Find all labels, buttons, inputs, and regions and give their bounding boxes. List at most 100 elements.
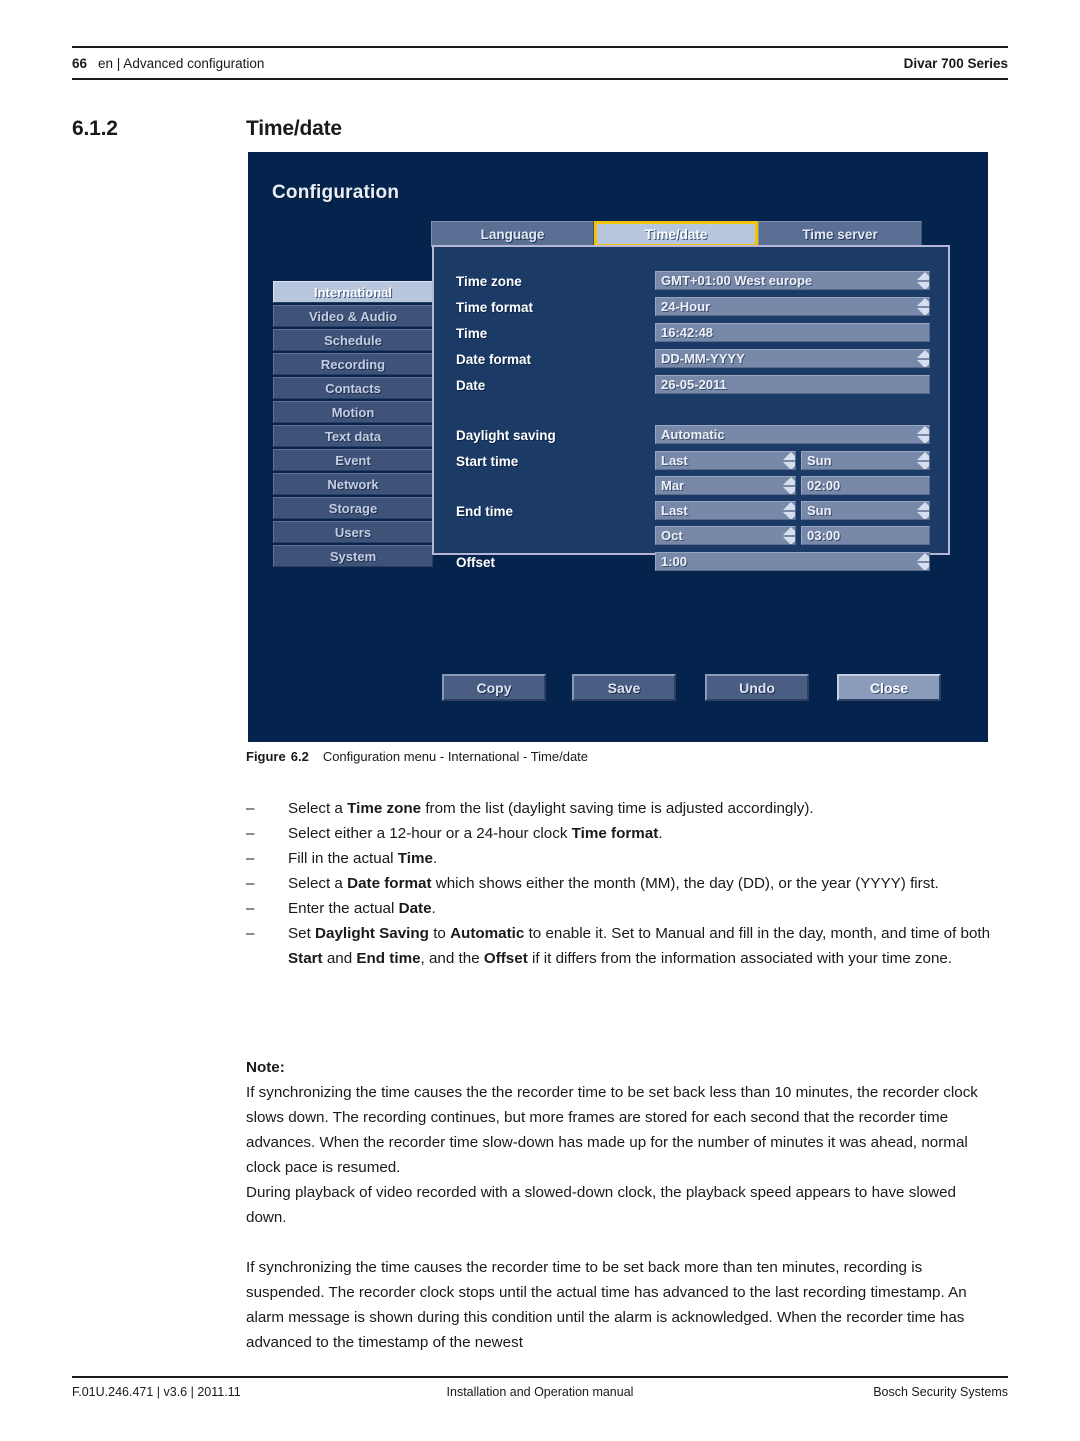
sidebar-item-international[interactable]: International <box>273 281 433 303</box>
footer-manual-title: Installation and Operation manual <box>446 1385 634 1399</box>
header-left-group: 66 en | Advanced configuration <box>72 56 264 71</box>
offset-select[interactable]: 1:00 <box>655 552 930 571</box>
time-date-dialog: Time zone GMT+01:00 West europe Time for… <box>432 245 950 571</box>
figure-number: 6.2 <box>290 749 309 764</box>
end-week-select[interactable]: Last <box>655 501 796 520</box>
end-clock-input[interactable]: 03:00 <box>801 526 930 545</box>
time-format-select[interactable]: 24-Hour <box>655 297 930 316</box>
time-input[interactable]: 16:42:48 <box>655 323 930 342</box>
start-day-select[interactable]: Sun <box>801 451 930 470</box>
list-item: – Set Daylight Saving to Automatic to en… <box>246 921 991 971</box>
end-day-value: Sun <box>807 503 832 518</box>
bullet-text-2c: . <box>658 825 663 842</box>
time-label: Time <box>456 326 488 341</box>
row-start-month-clock: Mar 02:00 <box>456 476 930 497</box>
bullet-text-1a: Select a <box>288 800 348 817</box>
sidebar-item-video-audio[interactable]: Video & Audio <box>273 305 433 327</box>
end-month-value: Oct <box>661 528 683 543</box>
list-item: – Select a Time zone from the list (dayl… <box>246 796 991 821</box>
start-week-select[interactable]: Last <box>655 451 796 470</box>
bullet-term-time-zone: Time zone <box>347 800 422 817</box>
time-format-value: 24-Hour <box>661 299 711 314</box>
bullet-text-5c: . <box>431 900 436 917</box>
bullet-text-4a: Select a <box>288 875 348 892</box>
daylight-saving-label: Daylight saving <box>456 428 556 443</box>
sidebar-item-contacts[interactable]: Contacts <box>273 377 433 399</box>
list-item: – Select either a 12-hour or a 24-hour c… <box>246 821 991 846</box>
end-time-label: End time <box>456 504 514 519</box>
sidebar-item-event[interactable]: Event <box>273 449 433 471</box>
bullet-term-time: Time <box>397 850 433 867</box>
time-zone-select[interactable]: GMT+01:00 West europe <box>655 271 930 290</box>
end-month-select[interactable]: Oct <box>655 526 796 545</box>
sidebar-item-system[interactable]: System <box>273 545 433 567</box>
bullet-text-6g: and <box>322 950 357 967</box>
bullet-term-automatic: Automatic <box>450 925 525 942</box>
start-month-select[interactable]: Mar <box>655 476 796 495</box>
undo-button[interactable]: Undo <box>705 674 809 701</box>
offset-value: 1:00 <box>661 554 688 569</box>
sidebar-item-text-data[interactable]: Text data <box>273 425 433 447</box>
tab-time-server[interactable]: Time server <box>758 221 922 247</box>
sidebar-item-recording[interactable]: Recording <box>273 353 433 375</box>
row-offset: Offset 1:00 <box>456 552 930 573</box>
bullet-term-offset: Offset <box>483 950 528 967</box>
figure-caption-text: Configuration menu - International - Tim… <box>322 749 589 764</box>
sidebar-item-network[interactable]: Network <box>273 473 433 495</box>
dialog-button-row: Copy Save Undo Close <box>248 674 988 702</box>
offset-label: Offset <box>456 555 496 570</box>
sidebar-item-storage[interactable]: Storage <box>273 497 433 519</box>
bullet-dash: – <box>246 800 255 817</box>
bullet-text-2a: Select either a 12-hour or a 24-hour clo… <box>288 825 572 842</box>
date-format-value: DD-MM-YYYY <box>661 351 745 366</box>
note-paragraph-3: If synchronizing the time causes the rec… <box>246 1259 967 1351</box>
sidebar-item-users[interactable]: Users <box>273 521 433 543</box>
row-date: Date 26-05-2011 <box>456 375 930 396</box>
bullet-term-date-format: Date format <box>347 875 432 892</box>
list-item: – Select a Date format which shows eithe… <box>246 871 991 896</box>
date-value: 26-05-2011 <box>661 377 727 392</box>
date-format-label: Date format <box>456 352 532 367</box>
note-paragraph-1: If synchronizing the time causes the the… <box>246 1084 978 1176</box>
page-number: 66 <box>72 55 88 71</box>
row-end-time: End time Last Sun <box>456 501 930 522</box>
note-block: Note: If synchronizing the time causes t… <box>246 1055 991 1355</box>
row-end-month-clock: Oct 03:00 <box>456 526 930 547</box>
bullet-term-end-time: End time <box>356 950 421 967</box>
footer-company: Bosch Security Systems <box>873 1385 1008 1399</box>
bullet-text-1c: from the list (daylight saving time is a… <box>421 800 814 817</box>
tab-language[interactable]: Language <box>431 221 594 247</box>
list-item: – Enter the actual Date. <box>246 896 991 921</box>
tab-time-date[interactable]: Time/date <box>594 221 758 247</box>
date-label: Date <box>456 378 486 393</box>
note-label: Note: <box>246 1059 285 1076</box>
bullet-text-6e: to enable it. Set to Manual and fill in … <box>524 925 991 942</box>
end-day-select[interactable]: Sun <box>801 501 930 520</box>
sidebar-item-motion[interactable]: Motion <box>273 401 433 423</box>
sidebar-nav: International Video & Audio Schedule Rec… <box>273 281 433 569</box>
bullet-text-6a: Set <box>288 925 316 942</box>
start-day-value: Sun <box>807 453 832 468</box>
sidebar-item-schedule[interactable]: Schedule <box>273 329 433 351</box>
screenshot-title: Configuration <box>272 182 400 203</box>
page-header: 66 en | Advanced configuration Divar 700… <box>72 46 1008 80</box>
row-time-zone: Time zone GMT+01:00 West europe <box>456 271 930 292</box>
save-button[interactable]: Save <box>572 674 676 701</box>
bullet-text-6c: to <box>428 925 451 942</box>
date-input[interactable]: 26-05-2011 <box>655 375 930 394</box>
breadcrumb: en | Advanced configuration <box>98 55 265 71</box>
daylight-saving-value: Automatic <box>661 427 725 442</box>
bullet-term-date: Date <box>398 900 432 917</box>
start-week-value: Last <box>661 453 688 468</box>
start-clock-input[interactable]: 02:00 <box>801 476 930 495</box>
row-time-format: Time format 24-Hour <box>456 297 930 318</box>
date-format-select[interactable]: DD-MM-YYYY <box>655 349 930 368</box>
bullet-dash: – <box>246 825 255 842</box>
time-zone-label: Time zone <box>456 274 522 289</box>
close-button[interactable]: Close <box>837 674 941 701</box>
configuration-screenshot: Configuration Language Time/date Time se… <box>248 152 988 742</box>
bullet-dash: – <box>246 925 255 942</box>
copy-button[interactable]: Copy <box>442 674 546 701</box>
daylight-saving-select[interactable]: Automatic <box>655 425 930 444</box>
